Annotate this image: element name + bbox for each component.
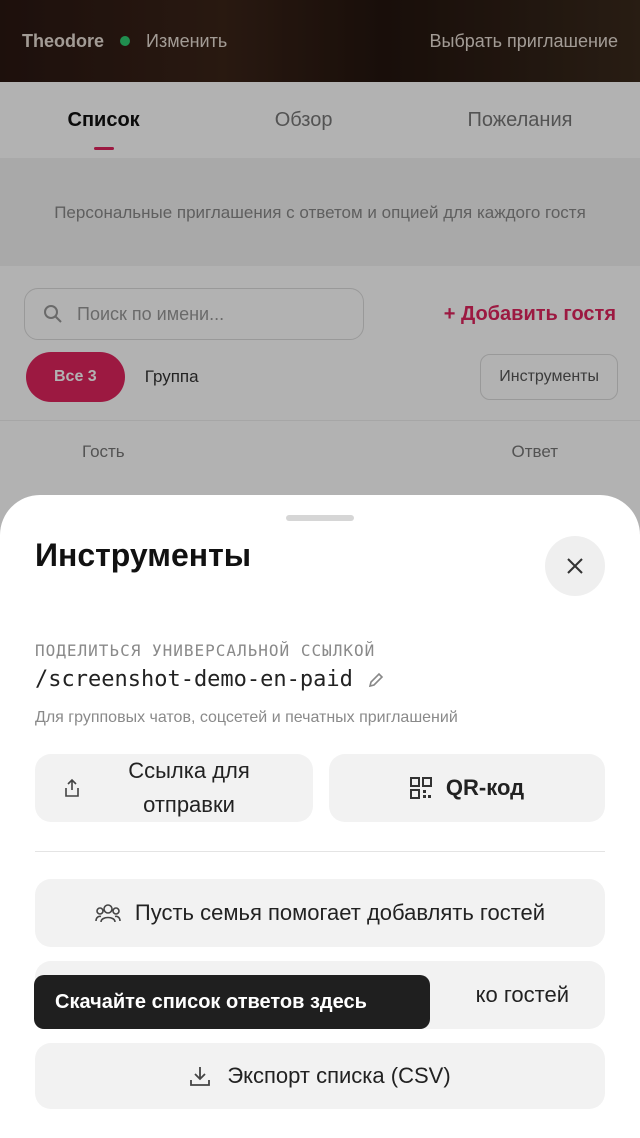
share-link: /screenshot-demo-en-paid bbox=[35, 667, 385, 692]
qr-code-label: QR-код bbox=[445, 775, 525, 800]
share-link-label: ПОДЕЛИТЬСЯ УНИВЕРСАЛЬНОЙ ССЫЛКОЙ bbox=[35, 641, 376, 660]
export-tooltip: Скачайте список ответов здесь bbox=[34, 975, 430, 1029]
close-icon bbox=[567, 558, 583, 574]
family-help-button[interactable]: Пусть семья помогает добавлять гостей bbox=[35, 879, 605, 947]
tools-sheet: Инструменты ПОДЕЛИТЬСЯ УНИВЕРСАЛЬНОЙ ССЫ… bbox=[0, 495, 640, 1138]
pencil-icon[interactable] bbox=[367, 671, 385, 689]
divider bbox=[35, 851, 605, 852]
family-help-label: Пусть семья помогает добавлять гостей bbox=[134, 900, 546, 925]
qr-code-icon bbox=[409, 777, 432, 799]
share-link-hint: Для групповых чатов, соцсетей и печатных… bbox=[35, 709, 458, 726]
close-button[interactable] bbox=[545, 536, 605, 596]
people-icon bbox=[95, 904, 121, 923]
send-link-label: Ссылка для отправки bbox=[128, 758, 250, 817]
share-icon bbox=[65, 778, 79, 797]
share-link-slug: /screenshot-demo-en-paid bbox=[35, 667, 353, 692]
export-csv-button[interactable]: Экспорт списка (CSV) bbox=[35, 1043, 605, 1109]
sheet-grabber[interactable] bbox=[286, 515, 354, 521]
gather-guests-label: ко гостей bbox=[475, 982, 569, 1007]
export-csv-label: Экспорт списка (CSV) bbox=[227, 1063, 451, 1088]
send-link-button[interactable]: Ссылка для отправки bbox=[35, 754, 313, 822]
sheet-title: Инструменты bbox=[35, 537, 252, 573]
tooltip-text: Скачайте список ответов здесь bbox=[55, 990, 367, 1013]
download-icon bbox=[190, 1067, 211, 1086]
qr-code-button[interactable]: QR-код bbox=[329, 754, 605, 822]
